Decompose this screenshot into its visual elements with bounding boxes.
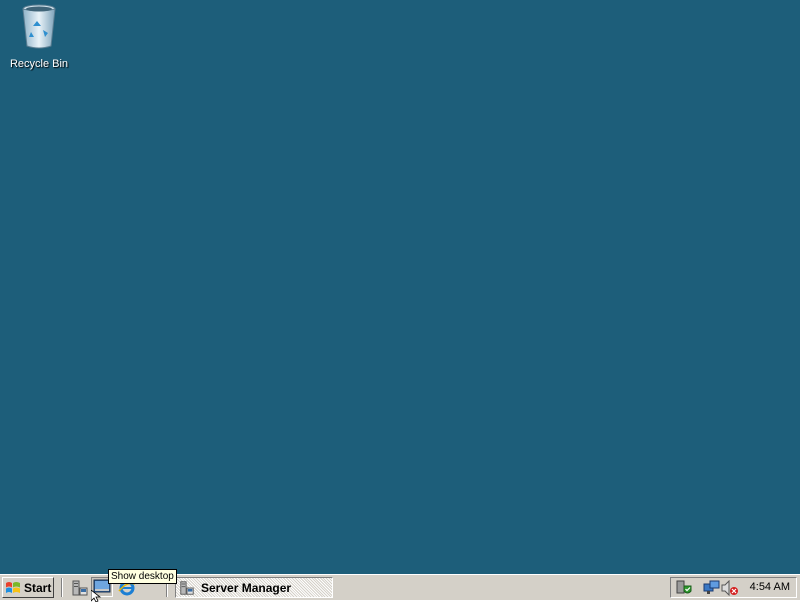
desktop[interactable]: Recycle Bin — [0, 0, 800, 574]
server-manager-icon[interactable] — [71, 579, 89, 597]
task-button-label: Server Manager — [201, 580, 292, 595]
recycle-bin-desktop-icon[interactable]: Recycle Bin — [6, 2, 72, 70]
windows-flag-icon — [6, 581, 20, 593]
security-shield-icon[interactable] — [675, 580, 693, 596]
clock[interactable]: 4:54 AM — [750, 581, 790, 593]
mouse-cursor-icon — [91, 590, 102, 602]
start-label: Start — [24, 580, 52, 595]
taskbar-separator — [61, 578, 63, 597]
task-button-server-manager[interactable]: Server Manager — [175, 577, 333, 598]
system-tray: 4:54 AM — [670, 577, 797, 598]
volume-muted-icon[interactable] — [721, 580, 739, 596]
recycle-bin-label: Recycle Bin — [9, 58, 69, 70]
server-manager-icon — [180, 580, 194, 595]
network-icon[interactable] — [703, 580, 721, 596]
show-desktop-tooltip: Show desktop — [108, 569, 177, 584]
start-button[interactable]: Start — [2, 577, 54, 598]
recycle-bin-icon — [22, 4, 56, 49]
